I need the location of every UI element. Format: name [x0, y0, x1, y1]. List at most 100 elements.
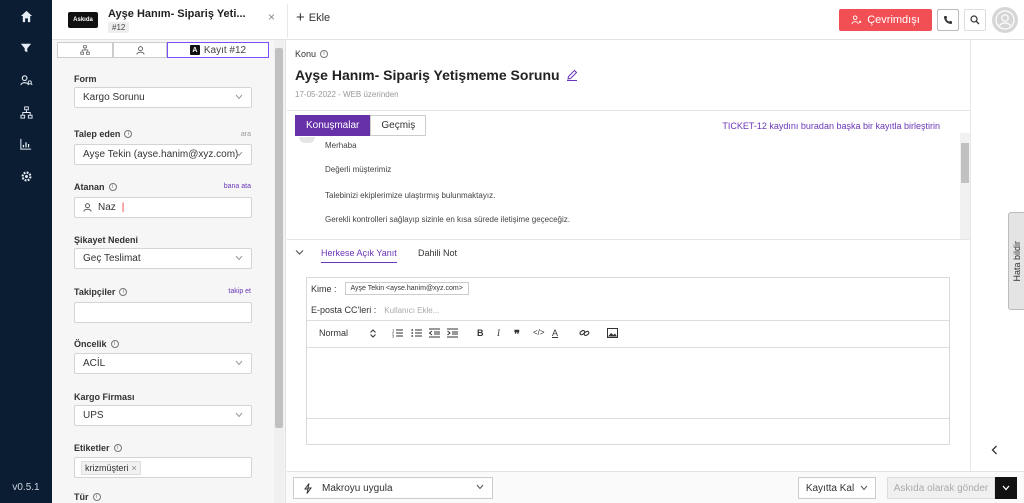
right-sidebar: Hata bildir — [970, 40, 1024, 503]
panel-scrollbar[interactable] — [274, 40, 284, 503]
priority-select[interactable]: ACİL — [74, 353, 252, 374]
tab-organization[interactable] — [57, 42, 113, 58]
ordered-list-icon[interactable]: 123 — [392, 328, 403, 338]
add-tab-button[interactable]: + Ekle — [296, 10, 331, 25]
ticket-tab[interactable]: Askıda Ayşe Hanım- Sipariş Yeti... #12 × — [60, 4, 288, 38]
tag-chip-label: krizmüşteri — [85, 462, 129, 473]
indent-icon[interactable] — [447, 328, 458, 338]
recipient-chip[interactable]: Ayşe Tekin <ayse.hanim@xyz.com> — [344, 282, 469, 295]
submit-as-pending-button[interactable]: Askıda olarak gönder — [887, 477, 995, 499]
submit-options-button[interactable] — [995, 477, 1017, 499]
format-select[interactable]: Normal — [319, 328, 376, 338]
app-version: v0.5.1 — [12, 482, 40, 493]
chip-close-icon[interactable]: × — [132, 463, 137, 473]
chevron-down-icon — [235, 255, 243, 261]
info-icon: i — [110, 340, 119, 348]
tab-conversations[interactable]: Konuşmalar — [295, 115, 371, 136]
report-bug-tab[interactable]: Hata bildir — [1008, 212, 1024, 310]
link-icon[interactable] — [579, 328, 590, 338]
user-avatar[interactable] — [992, 7, 1018, 33]
chart-icon[interactable] — [16, 134, 36, 154]
assignee-input[interactable]: Naz | — [74, 197, 252, 218]
editor-toolbar: Normal 123 B I ❞ </> A — [307, 322, 949, 348]
user-status-icon — [851, 15, 862, 25]
offline-status-button[interactable]: Çevrimdışı — [839, 9, 932, 31]
search-icon — [970, 15, 980, 25]
close-icon[interactable]: × — [268, 10, 275, 24]
tab-internal-note[interactable]: Dahili Not — [418, 248, 457, 262]
info-icon: i — [108, 183, 117, 191]
subject-label: Konu i — [295, 49, 329, 59]
reply-tabs: Herkese Açık Yanıt Dahili Not — [287, 245, 970, 267]
ticket-subject: Ayşe Hanım- Sipariş Yetişmeme Sorunu — [295, 67, 578, 83]
scrollbar-thumb[interactable] — [961, 143, 969, 183]
outdent-icon[interactable] — [429, 328, 440, 338]
complaint-label: Şikayet Nedeni — [74, 235, 139, 245]
form-label: Form — [74, 74, 97, 84]
tab-record[interactable]: A Kayıt #12 — [167, 42, 269, 58]
apply-macro-select[interactable]: Makroyu uygula — [293, 477, 493, 499]
edit-icon[interactable] — [566, 69, 578, 81]
cc-row: E-posta CC'leri : Kullanıcı Ekle... — [307, 300, 949, 321]
form-select[interactable]: Kargo Sorunu — [74, 87, 252, 108]
assign-to-me-link[interactable]: bana ata — [224, 183, 251, 190]
tags-input[interactable]: krizmüşteri × — [74, 457, 252, 478]
ticket-fields-panel: A Kayıt #12 Form Kargo Sorunu Talep eden… — [52, 40, 286, 503]
requester-search-link[interactable]: ara — [241, 131, 251, 138]
search-button[interactable] — [964, 9, 986, 31]
text-color-icon[interactable]: A — [552, 328, 558, 338]
bold-icon[interactable]: B — [477, 328, 484, 338]
top-bar: Askıda Ayşe Hanım- Sipariş Yeti... #12 ×… — [52, 0, 1024, 40]
home-icon[interactable] — [16, 6, 36, 26]
conversation-scrollbar[interactable] — [960, 133, 970, 239]
subject-text: Ayşe Hanım- Sipariş Yetişmeme Sorunu — [295, 67, 560, 83]
carrier-select[interactable]: UPS — [74, 405, 252, 426]
quote-icon[interactable]: ❞ — [514, 328, 520, 341]
gear-icon[interactable] — [16, 166, 36, 186]
complaint-select[interactable]: Geç Teslimat — [74, 248, 252, 269]
merge-ticket-link[interactable]: TICKET-12 kaydını buradan başka bir kayı… — [722, 121, 940, 131]
users-search-icon[interactable] — [16, 70, 36, 90]
record-badge: A — [189, 45, 200, 55]
svg-text:3: 3 — [392, 334, 395, 339]
panel-tabs: A Kayıt #12 — [57, 42, 269, 58]
sitemap-icon[interactable] — [16, 102, 36, 122]
assignee-value: Naz — [98, 202, 116, 213]
italic-icon[interactable]: I — [497, 328, 500, 338]
offline-label: Çevrimdışı — [867, 14, 920, 26]
info-icon: i — [124, 130, 133, 138]
info-icon: i — [119, 288, 128, 296]
followers-input[interactable] — [74, 302, 252, 323]
stay-on-record-select[interactable]: Kayıtta Kal — [798, 477, 876, 499]
phone-button[interactable] — [937, 9, 959, 31]
form-value: Kargo Sorunu — [83, 92, 145, 103]
image-icon[interactable] — [607, 328, 618, 338]
code-icon[interactable]: </> — [533, 328, 545, 337]
user-icon — [135, 45, 145, 55]
tab-history[interactable]: Geçmiş — [370, 115, 427, 136]
ticket-tab-title: Ayşe Hanım- Sipariş Yeti... — [108, 8, 246, 20]
bullet-list-icon[interactable] — [411, 328, 422, 338]
tab-user[interactable] — [113, 42, 167, 58]
chevron-down-icon — [235, 151, 243, 157]
message-line: Merhaba — [325, 141, 357, 150]
requester-label: Talep eden i — [74, 129, 133, 139]
add-tab-label: Ekle — [308, 12, 331, 24]
chevron-down-icon — [860, 485, 868, 491]
cc-input[interactable]: Kullanıcı Ekle... — [384, 306, 439, 315]
filter-icon[interactable] — [16, 38, 36, 58]
chevron-down-icon — [235, 94, 243, 100]
tab-public-reply[interactable]: Herkese Açık Yanıt — [321, 248, 397, 263]
chevron-down-icon[interactable] — [295, 249, 304, 256]
requester-select[interactable]: Ayşe Tekin (ayse.hanim@xyz.com) — [74, 144, 252, 165]
priority-label: Öncelik i — [74, 339, 119, 349]
message-line: Gerekli kontrolleri sağlayıp sizinle en … — [325, 215, 570, 224]
sort-icon — [370, 328, 376, 338]
follow-link[interactable]: takip et — [228, 288, 251, 295]
type-label: Tür i — [74, 492, 101, 502]
chevron-down-icon — [476, 484, 484, 490]
tab-record-label: Kayıt #12 — [203, 44, 247, 56]
scrollbar-thumb[interactable] — [275, 48, 283, 428]
conversation-tabs: Konuşmalar Geçmiş — [295, 115, 427, 136]
chevron-left-icon[interactable] — [991, 445, 998, 455]
